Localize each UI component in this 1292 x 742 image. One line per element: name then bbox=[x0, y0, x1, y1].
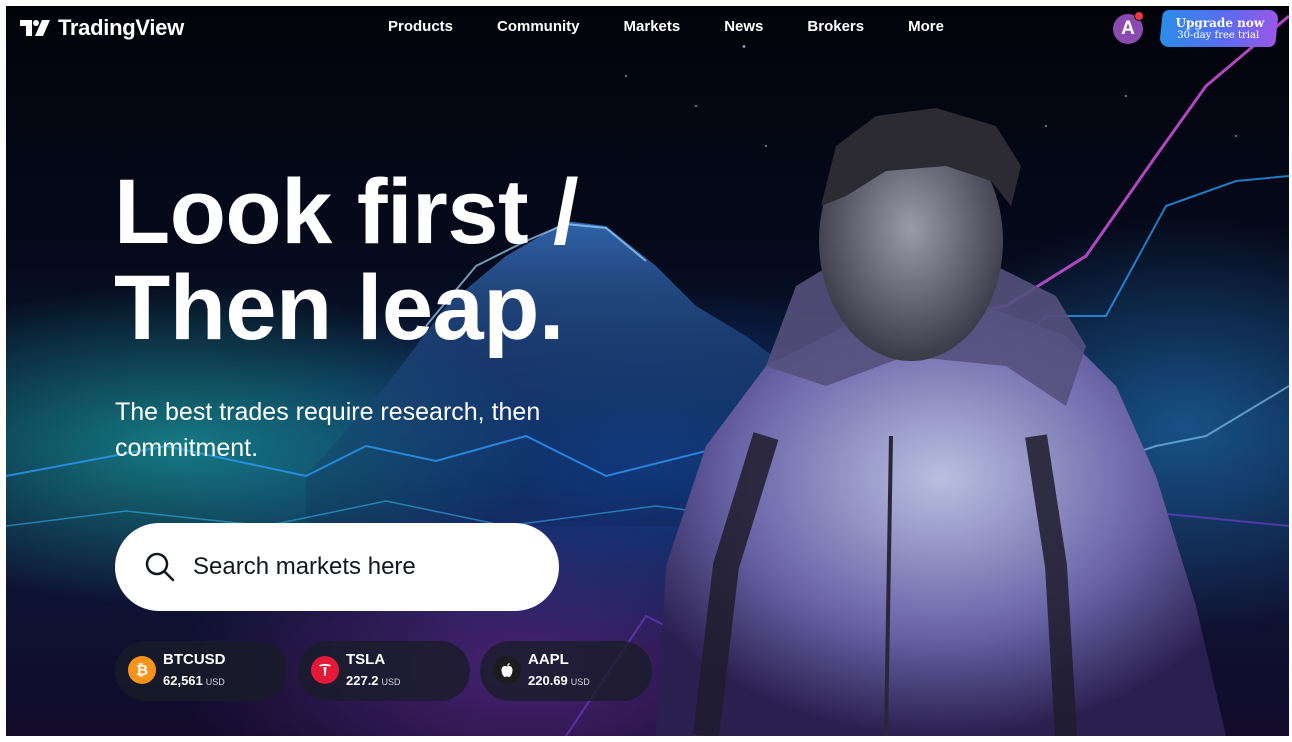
upgrade-title: Upgrade now bbox=[1175, 15, 1264, 30]
hero-headline: Look first / Then leap. bbox=[114, 161, 579, 359]
nav-more[interactable]: More bbox=[908, 18, 944, 35]
ticker-symbol: AAPL bbox=[528, 651, 569, 668]
tesla-logo-glyph bbox=[319, 664, 331, 676]
hero-headline-line1: Look first / bbox=[114, 161, 579, 263]
ticker-btcusd[interactable]: ₿ BTCUSD 62,561 USD bbox=[115, 641, 287, 701]
apple-logo-glyph bbox=[501, 663, 513, 677]
search-icon bbox=[145, 552, 175, 582]
ticker-symbol: TSLA bbox=[346, 651, 386, 668]
hero-background bbox=[6, 6, 1289, 736]
ticker-value: 220.69 USD bbox=[528, 673, 590, 688]
background-illustration bbox=[6, 14, 1289, 736]
ticker-tsla[interactable]: TSLA 227.2 USD bbox=[298, 641, 470, 701]
ticker-price: 220.69 bbox=[528, 673, 568, 688]
ticker-aapl[interactable]: AAPL 220.69 USD bbox=[480, 641, 652, 701]
nav-brokers[interactable]: Brokers bbox=[807, 18, 864, 35]
upgrade-now-button[interactable]: Upgrade now 30-day free trial bbox=[1159, 10, 1279, 47]
upgrade-subtitle: 30-day free trial bbox=[1177, 29, 1260, 41]
apple-icon bbox=[493, 656, 521, 684]
ticker-unit: USD bbox=[570, 677, 590, 687]
notification-dot bbox=[1134, 11, 1144, 21]
nav-community[interactable]: Community bbox=[497, 18, 580, 35]
search-placeholder: Search markets here bbox=[193, 553, 416, 580]
app-frame: TradingView Products Community Markets N… bbox=[6, 6, 1289, 736]
ticker-price: 62,561 bbox=[163, 673, 203, 688]
ticker-value: 62,561 USD bbox=[163, 673, 225, 688]
ticker-unit: USD bbox=[205, 677, 225, 687]
hero-headline-line2: Then leap. bbox=[114, 257, 564, 359]
main-nav: Products Community Markets News Brokers … bbox=[388, 18, 988, 35]
logo-text: TradingView bbox=[58, 15, 184, 40]
nav-news[interactable]: News bbox=[724, 18, 763, 35]
ticker-symbol: BTCUSD bbox=[163, 651, 226, 668]
tradingview-logo-icon bbox=[20, 20, 50, 36]
hero-subtitle-line2: commitment. bbox=[115, 434, 259, 462]
bitcoin-icon: ₿ bbox=[128, 656, 156, 684]
hero-subtitle-line1: The best trades require research, then bbox=[115, 398, 541, 426]
ticker-price: 227.2 bbox=[346, 673, 379, 688]
tesla-icon bbox=[311, 656, 339, 684]
nav-markets[interactable]: Markets bbox=[624, 18, 681, 35]
person-illustration bbox=[656, 108, 1226, 736]
top-navigation-bar: TradingView Products Community Markets N… bbox=[6, 6, 1289, 52]
tradingview-logo[interactable]: TradingView bbox=[20, 15, 184, 41]
ticker-value: 227.2 USD bbox=[346, 673, 401, 688]
hero-subtitle: The best trades require research, then c… bbox=[115, 394, 615, 466]
market-search-input[interactable]: Search markets here bbox=[115, 523, 559, 611]
nav-products[interactable]: Products bbox=[388, 18, 453, 35]
ticker-unit: USD bbox=[381, 677, 401, 687]
